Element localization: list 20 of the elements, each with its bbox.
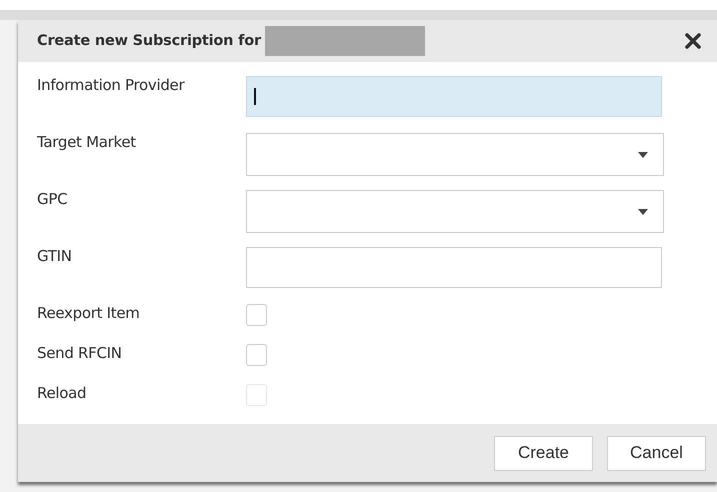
dialog-button[interactable]: Cancel xyxy=(607,436,706,470)
text-field[interactable] xyxy=(246,247,662,288)
field-label: Information Provider xyxy=(37,76,186,96)
caret-icon xyxy=(638,208,648,214)
field-label: Reload xyxy=(37,384,88,404)
field-label: Target Market xyxy=(37,133,137,153)
text-field[interactable] xyxy=(246,76,662,117)
dialog-title: Create new Subscription for xyxy=(37,33,261,49)
field-label: Send RFCIN xyxy=(37,344,123,364)
checkbox[interactable] xyxy=(246,304,267,326)
dropdown-field[interactable] xyxy=(246,133,664,176)
caret-icon xyxy=(638,152,648,158)
checkbox[interactable] xyxy=(246,344,267,366)
field-label: GTIN xyxy=(37,247,73,267)
dialog-button[interactable]: Create xyxy=(494,436,593,470)
field-label: GPC xyxy=(37,190,68,210)
dropdown-field[interactable] xyxy=(246,190,664,233)
close-button[interactable] xyxy=(685,33,701,49)
field-label: Reexport Item xyxy=(37,304,141,324)
text-cursor xyxy=(254,88,256,105)
